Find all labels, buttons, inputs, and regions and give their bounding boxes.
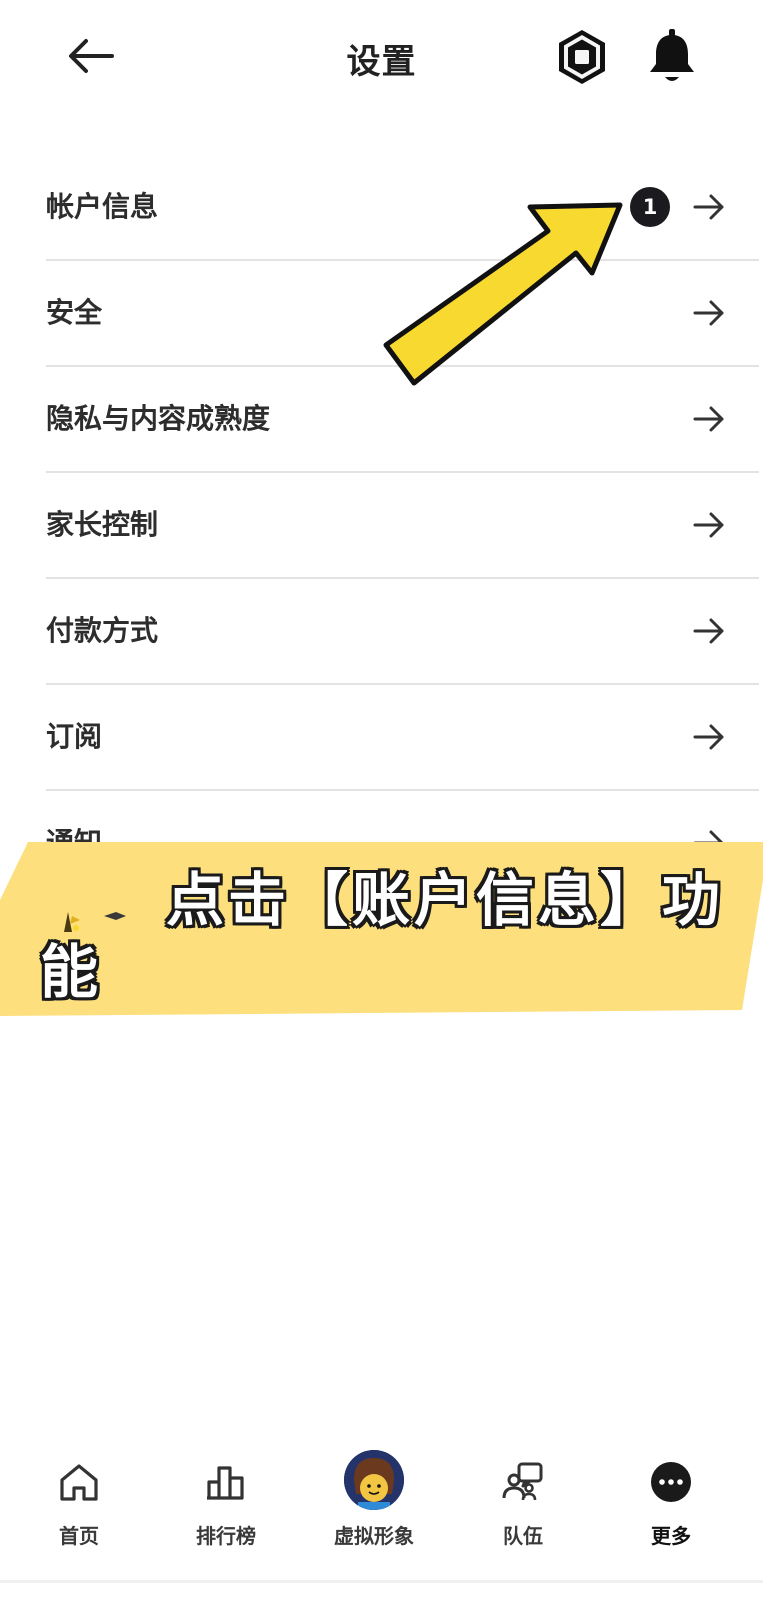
settings-item-label: 帐户信息 bbox=[46, 190, 159, 223]
nav-label: 虚拟形象 bbox=[334, 1524, 414, 1548]
arrow-right-icon bbox=[693, 830, 724, 856]
arrow-right-icon bbox=[693, 618, 724, 644]
home-icon bbox=[60, 1464, 98, 1501]
arrow-right-icon bbox=[693, 406, 724, 432]
settings-item-subscriptions[interactable]: 订阅 bbox=[46, 685, 759, 791]
settings-item-label: 隐私与内容成熟度 bbox=[46, 402, 271, 435]
settings-item-privacy[interactable]: 隐私与内容成熟度 bbox=[46, 367, 759, 473]
bell-icon bbox=[650, 29, 694, 81]
avatar bbox=[344, 1450, 404, 1510]
settings-item-label: 订阅 bbox=[46, 720, 103, 753]
settings-item-account-info[interactable]: 帐户信息 1 bbox=[46, 155, 759, 261]
nav-item-home[interactable]: 首页 bbox=[19, 1446, 139, 1556]
arrow-right-icon bbox=[693, 194, 724, 220]
chart-icon bbox=[207, 1466, 244, 1500]
nav-item-groups[interactable]: 队伍 bbox=[463, 1446, 583, 1556]
arrow-right-icon bbox=[693, 300, 724, 326]
robux-button[interactable] bbox=[552, 27, 612, 87]
settings-item-notifications[interactable]: 通知 bbox=[46, 791, 759, 895]
settings-item-parental-controls[interactable]: 家长控制 bbox=[46, 473, 759, 579]
home-indicator bbox=[0, 1580, 763, 1583]
notification-badge: 1 bbox=[630, 187, 670, 227]
settings-item-security[interactable]: 安全 bbox=[46, 261, 759, 367]
settings-item-label: 安全 bbox=[46, 296, 103, 329]
nav-label: 更多 bbox=[651, 1524, 691, 1548]
settings-item-label: 通知 bbox=[46, 826, 103, 859]
arrow-right-icon bbox=[693, 512, 724, 538]
top-bar: 设置 bbox=[0, 0, 763, 115]
bottom-nav: 首页 排行榜 虚拟形象 队伍 更多 bbox=[0, 1430, 763, 1580]
nav-label: 排行榜 bbox=[196, 1524, 256, 1548]
robux-icon bbox=[559, 30, 605, 84]
nav-item-leaderboard[interactable]: 排行榜 bbox=[166, 1446, 286, 1556]
settings-list: 帐户信息 1 安全 隐私与内容成熟度 家长控制 付款方式 订阅 通知 bbox=[46, 155, 759, 895]
nav-label: 首页 bbox=[59, 1524, 99, 1548]
avatar-image bbox=[344, 1450, 404, 1510]
nav-item-more[interactable]: 更多 bbox=[611, 1446, 731, 1556]
nav-label: 队伍 bbox=[503, 1524, 543, 1548]
group-icon bbox=[502, 1462, 543, 1501]
settings-item-label: 家长控制 bbox=[46, 508, 159, 541]
more-icon bbox=[651, 1462, 691, 1502]
nav-item-avatar[interactable]: 虚拟形象 bbox=[314, 1446, 434, 1556]
sparkle-icon bbox=[64, 912, 126, 932]
arrow-right-icon bbox=[693, 724, 724, 750]
settings-item-label: 付款方式 bbox=[46, 614, 159, 647]
notifications-button[interactable] bbox=[644, 26, 700, 88]
settings-item-payment-methods[interactable]: 付款方式 bbox=[46, 579, 759, 685]
